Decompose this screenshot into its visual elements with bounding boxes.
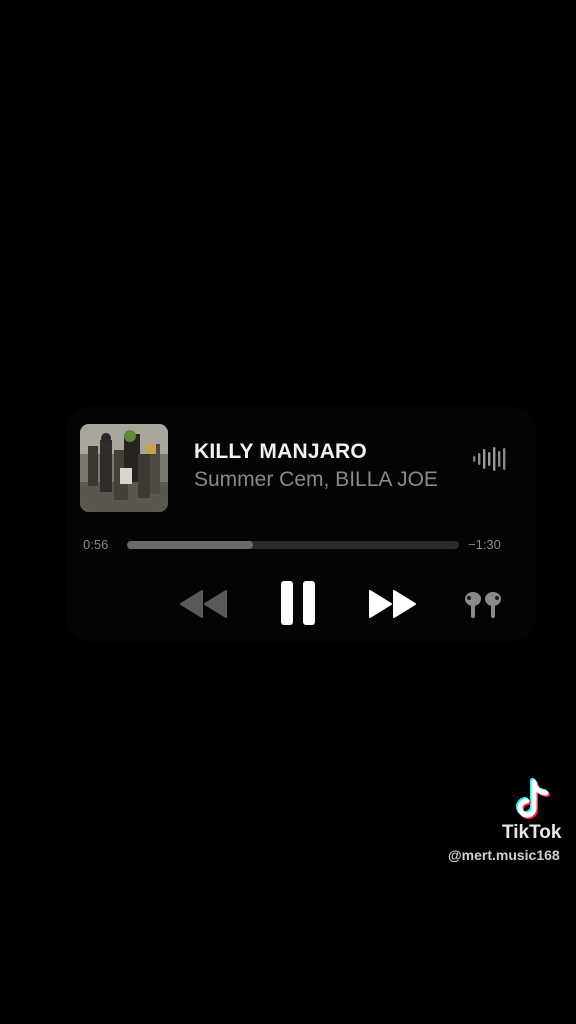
screen: KILLY MANJARO Summer Cem, BILLA JOE 0:56… [0, 0, 576, 1024]
progress-bar[interactable] [127, 541, 459, 549]
airpods-icon [465, 592, 501, 618]
time-remaining: −1:30 [468, 537, 501, 552]
time-elapsed: 0:56 [83, 537, 109, 552]
fast-forward-button[interactable] [366, 588, 418, 620]
album-artwork-image [80, 424, 168, 512]
track-title: KILLY MANJARO [194, 440, 367, 463]
album-artwork[interactable] [80, 424, 168, 512]
waveform-icon[interactable] [472, 446, 508, 472]
rewind-button[interactable] [178, 588, 230, 620]
progress-fill [127, 541, 254, 549]
fast-forward-icon [369, 590, 416, 618]
tiktok-logo-icon [516, 778, 550, 819]
pause-button[interactable] [278, 580, 318, 626]
tiktok-handle: @mert.music168 [448, 847, 560, 863]
rewind-icon [180, 590, 227, 618]
pause-icon [281, 581, 315, 625]
track-artist: Summer Cem, BILLA JOE [194, 468, 438, 491]
airpods-output-button[interactable] [462, 590, 504, 620]
tiktok-brand-name: TikTok [502, 822, 562, 843]
